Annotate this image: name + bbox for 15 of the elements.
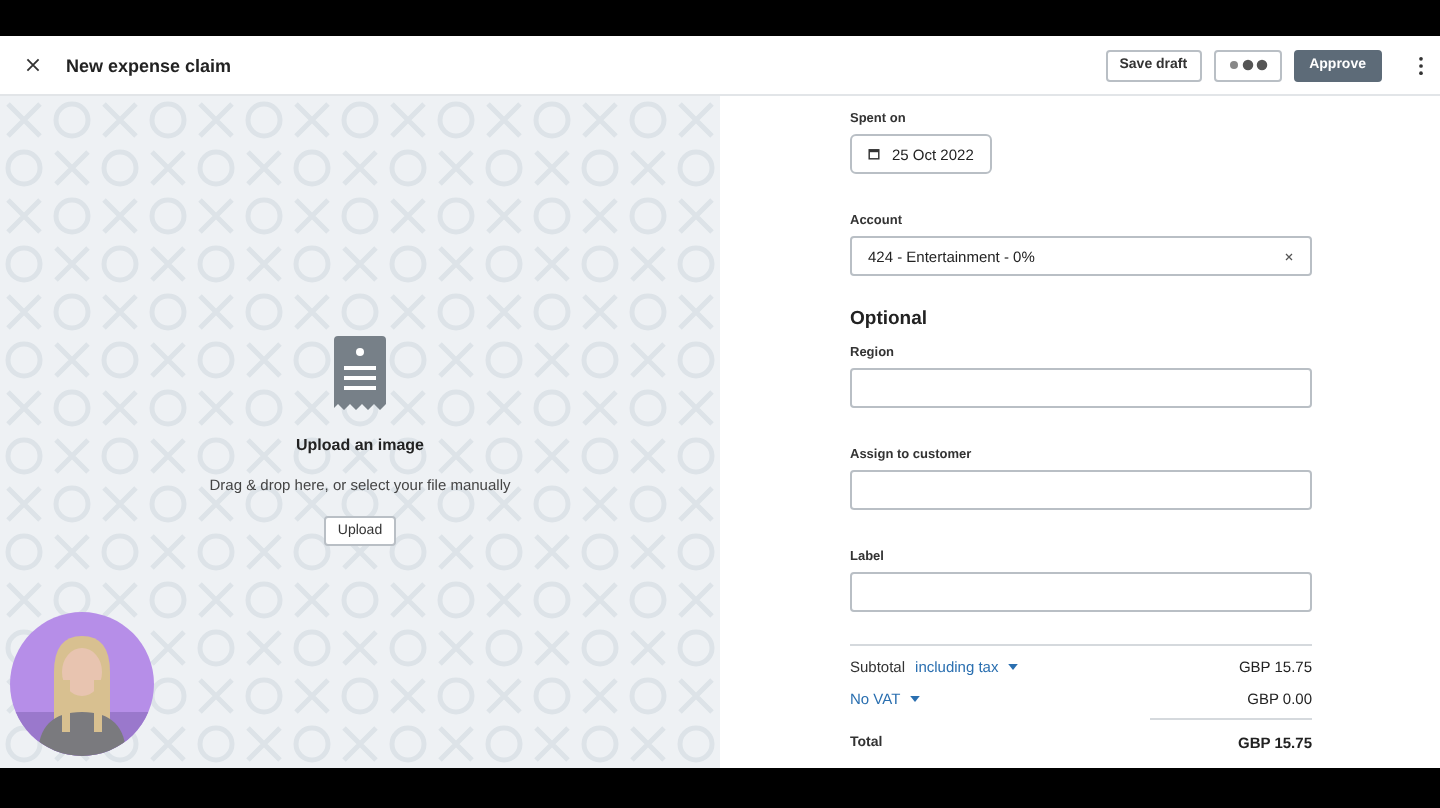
more-options-icon[interactable] [1418,55,1424,75]
section-heading: Optional [850,308,928,330]
receipt-icon [330,335,390,411]
calendar-icon [868,148,880,160]
input-field[interactable] [850,572,1312,612]
caret-icon [910,695,921,701]
input-field[interactable] [850,368,1312,408]
page-title: New expense claim [66,55,232,75]
loading-button[interactable] [1213,49,1282,81]
upload-title: Upload an image [295,435,424,453]
close-icon[interactable] [26,58,40,72]
input-field[interactable] [850,470,1312,510]
caret-icon [1008,663,1019,669]
clear-icon[interactable] [1284,251,1294,261]
loading-dots-icon [1227,58,1268,72]
